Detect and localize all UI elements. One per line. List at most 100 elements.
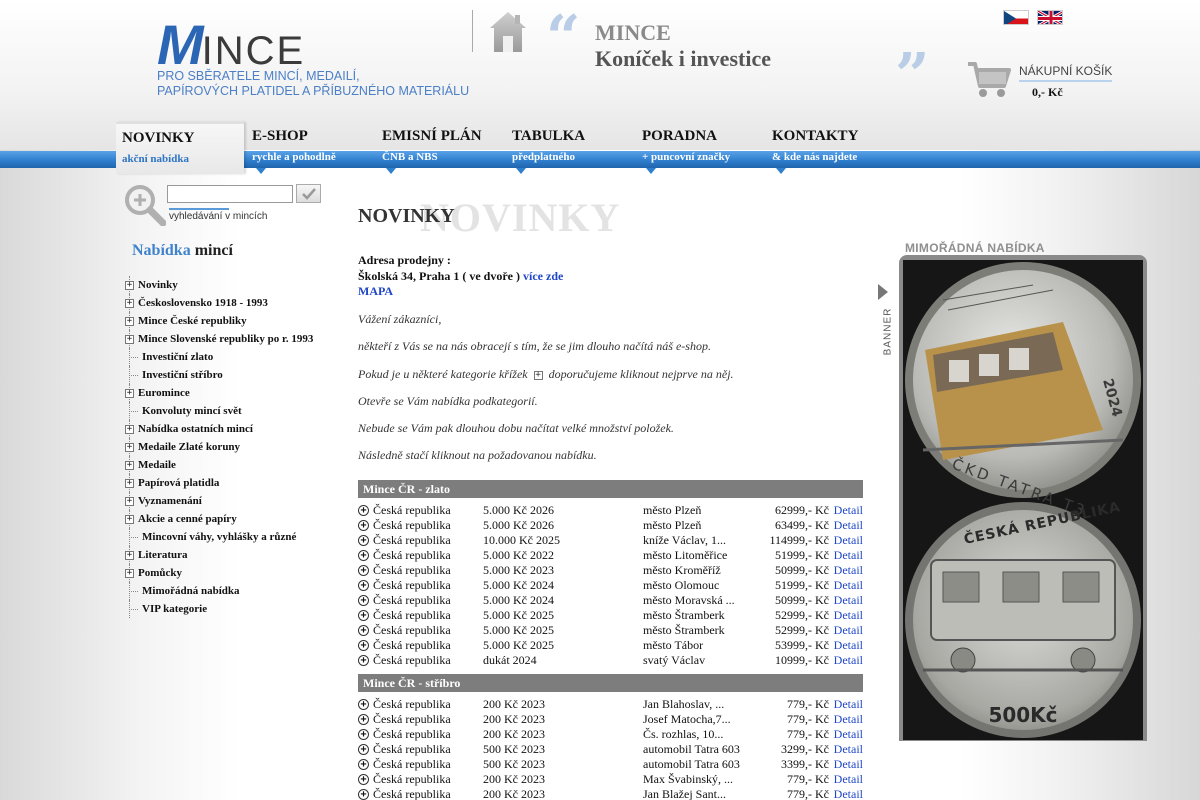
sidebar-item-label[interactable]: Mince Slovenské republiky po r. 1993 — [138, 333, 313, 345]
coin-detail-link[interactable]: Detail — [834, 653, 863, 668]
expand-icon[interactable]: + — [125, 568, 134, 578]
sidebar-item[interactable]: Investiční zlato — [124, 348, 344, 366]
nav-item-eshop[interactable]: E-SHOP rychle a pohodlně — [246, 122, 374, 174]
add-to-cart-icon[interactable]: + — [358, 729, 369, 740]
sidebar-item-label[interactable]: Nabídka ostatních mincí — [138, 423, 253, 435]
site-logo[interactable]: MINCE PRO SBĚRATELE MINCÍ, MEDAILÍ, PAPÍ… — [157, 12, 477, 102]
expand-icon[interactable]: + — [125, 334, 134, 344]
sidebar-item[interactable]: + Medaile Zlaté koruny — [124, 438, 344, 456]
expand-icon[interactable]: + — [125, 496, 134, 506]
coin-detail-link[interactable]: Detail — [834, 563, 863, 578]
sidebar-item-label[interactable]: Euromince — [138, 387, 190, 399]
sidebar-item[interactable]: Mimořádná nabídka — [124, 582, 344, 600]
coin-detail-link[interactable]: Detail — [834, 772, 863, 787]
cart-label[interactable]: NÁKUPNÍ KOŠÍK — [1019, 64, 1113, 82]
expand-icon[interactable]: + — [125, 460, 134, 470]
sidebar-item-label[interactable]: VIP kategorie — [142, 603, 207, 615]
add-to-cart-icon[interactable]: + — [358, 655, 369, 666]
sidebar-item[interactable]: + Vyznamenání — [124, 492, 344, 510]
sidebar-item-label[interactable]: Vyznamenání — [138, 495, 202, 507]
sidebar-item[interactable]: + Medaile — [124, 456, 344, 474]
sidebar-item[interactable]: + Literatura — [124, 546, 344, 564]
expand-icon[interactable]: + — [125, 550, 134, 560]
sidebar-item[interactable]: VIP kategorie — [124, 600, 344, 618]
home-icon[interactable] — [488, 10, 528, 54]
expand-icon[interactable]: + — [125, 442, 134, 452]
sidebar-item-label[interactable]: Novinky — [138, 279, 178, 291]
sidebar-item[interactable]: + Papírová platidla — [124, 474, 344, 492]
coin-detail-link[interactable]: Detail — [834, 697, 863, 712]
coin-detail-link[interactable]: Detail — [834, 623, 863, 638]
add-to-cart-icon[interactable]: + — [358, 774, 369, 785]
add-to-cart-icon[interactable]: + — [358, 789, 369, 800]
add-to-cart-icon[interactable]: + — [358, 625, 369, 636]
sidebar-item-label[interactable]: Investiční zlato — [142, 351, 213, 363]
shopping-cart-icon[interactable] — [966, 60, 1012, 100]
sidebar-item[interactable]: + Akcie a cenné papíry — [124, 510, 344, 528]
add-to-cart-icon[interactable]: + — [358, 759, 369, 770]
special-offer-image[interactable]: 2024 ČKD TATRA T3 ČESKÁ REPUBLIKA 500Kč — [903, 260, 1143, 740]
sidebar-item-label[interactable]: Papírová platidla — [138, 477, 219, 489]
add-to-cart-icon[interactable]: + — [358, 535, 369, 546]
sidebar-item[interactable]: + Novinky — [124, 276, 344, 294]
add-to-cart-icon[interactable]: + — [358, 505, 369, 516]
nav-item-tabulka[interactable]: TABULKA předplatného — [506, 122, 634, 174]
sidebar-item-label[interactable]: Mimořádná nabídka — [142, 585, 240, 597]
sidebar-item[interactable]: + Euromince — [124, 384, 344, 402]
nav-item-emisni-plan[interactable]: EMISNÍ PLÁN ČNB a NBS — [376, 122, 504, 174]
nav-item-poradna[interactable]: PORADNA + puncovní značky — [636, 122, 764, 174]
add-to-cart-icon[interactable]: + — [358, 595, 369, 606]
coin-detail-link[interactable]: Detail — [834, 742, 863, 757]
sidebar-item-label[interactable]: Medaile Zlaté koruny — [138, 441, 240, 453]
expand-icon[interactable]: + — [125, 298, 134, 308]
map-link[interactable]: MAPA — [358, 284, 393, 298]
coin-detail-link[interactable]: Detail — [834, 757, 863, 772]
sidebar-item-label[interactable]: Pomůcky — [138, 567, 182, 579]
sidebar-item-label[interactable]: Literatura — [138, 549, 187, 561]
add-to-cart-icon[interactable]: + — [358, 699, 369, 710]
expand-icon[interactable]: + — [125, 280, 134, 290]
coin-detail-link[interactable]: Detail — [834, 593, 863, 608]
sidebar-item-label[interactable]: Mincovní váhy, vyhlášky a různé — [142, 531, 296, 543]
coin-detail-link[interactable]: Detail — [834, 533, 863, 548]
expand-icon[interactable]: + — [125, 316, 134, 326]
sidebar-item[interactable]: + Mince České republiky — [124, 312, 344, 330]
add-to-cart-icon[interactable]: + — [358, 714, 369, 725]
sidebar-item-label[interactable]: Akcie a cenné papíry — [138, 513, 237, 525]
english-flag-icon[interactable] — [1037, 10, 1063, 25]
sidebar-item-label[interactable]: Mince České republiky — [138, 315, 247, 327]
add-to-cart-icon[interactable]: + — [358, 580, 369, 591]
sidebar-item-label[interactable]: Investiční stříbro — [142, 369, 223, 381]
add-to-cart-icon[interactable]: + — [358, 565, 369, 576]
search-submit-button[interactable] — [296, 184, 321, 203]
expand-icon[interactable]: + — [125, 478, 134, 488]
banner-toggle[interactable]: BANNER — [874, 282, 893, 355]
sidebar-item-label[interactable]: Československo 1918 - 1993 — [138, 297, 268, 309]
coin-detail-link[interactable]: Detail — [834, 548, 863, 563]
expand-icon[interactable]: + — [125, 388, 134, 398]
coin-detail-link[interactable]: Detail — [834, 787, 863, 800]
sidebar-item[interactable]: Investiční stříbro — [124, 366, 344, 384]
sidebar-item[interactable]: + Mince Slovenské republiky po r. 1993 — [124, 330, 344, 348]
sidebar-item[interactable]: + Pomůcky — [124, 564, 344, 582]
expand-icon[interactable]: + — [125, 424, 134, 434]
add-to-cart-icon[interactable]: + — [358, 520, 369, 531]
nav-item-novinky[interactable]: NOVINKY akční nabídka — [116, 122, 244, 174]
coin-detail-link[interactable]: Detail — [834, 503, 863, 518]
coin-detail-link[interactable]: Detail — [834, 608, 863, 623]
czech-flag-icon[interactable] — [1003, 10, 1029, 25]
add-to-cart-icon[interactable]: + — [358, 610, 369, 621]
add-to-cart-icon[interactable]: + — [358, 550, 369, 561]
add-to-cart-icon[interactable]: + — [358, 744, 369, 755]
coin-detail-link[interactable]: Detail — [834, 578, 863, 593]
expand-icon[interactable]: + — [125, 514, 134, 524]
coin-detail-link[interactable]: Detail — [834, 712, 863, 727]
sidebar-item[interactable]: Mincovní váhy, vyhlášky a různé — [124, 528, 344, 546]
sidebar-item-label[interactable]: Medaile — [138, 459, 176, 471]
address-more-link[interactable]: více zde — [523, 269, 563, 283]
nav-item-kontakty[interactable]: KONTAKTY & kde nás najdete — [766, 122, 894, 174]
add-to-cart-icon[interactable]: + — [358, 640, 369, 651]
sidebar-item[interactable]: + Nabídka ostatních mincí — [124, 420, 344, 438]
sidebar-item[interactable]: + Československo 1918 - 1993 — [124, 294, 344, 312]
sidebar-item-label[interactable]: Konvoluty mincí svět — [142, 405, 242, 417]
